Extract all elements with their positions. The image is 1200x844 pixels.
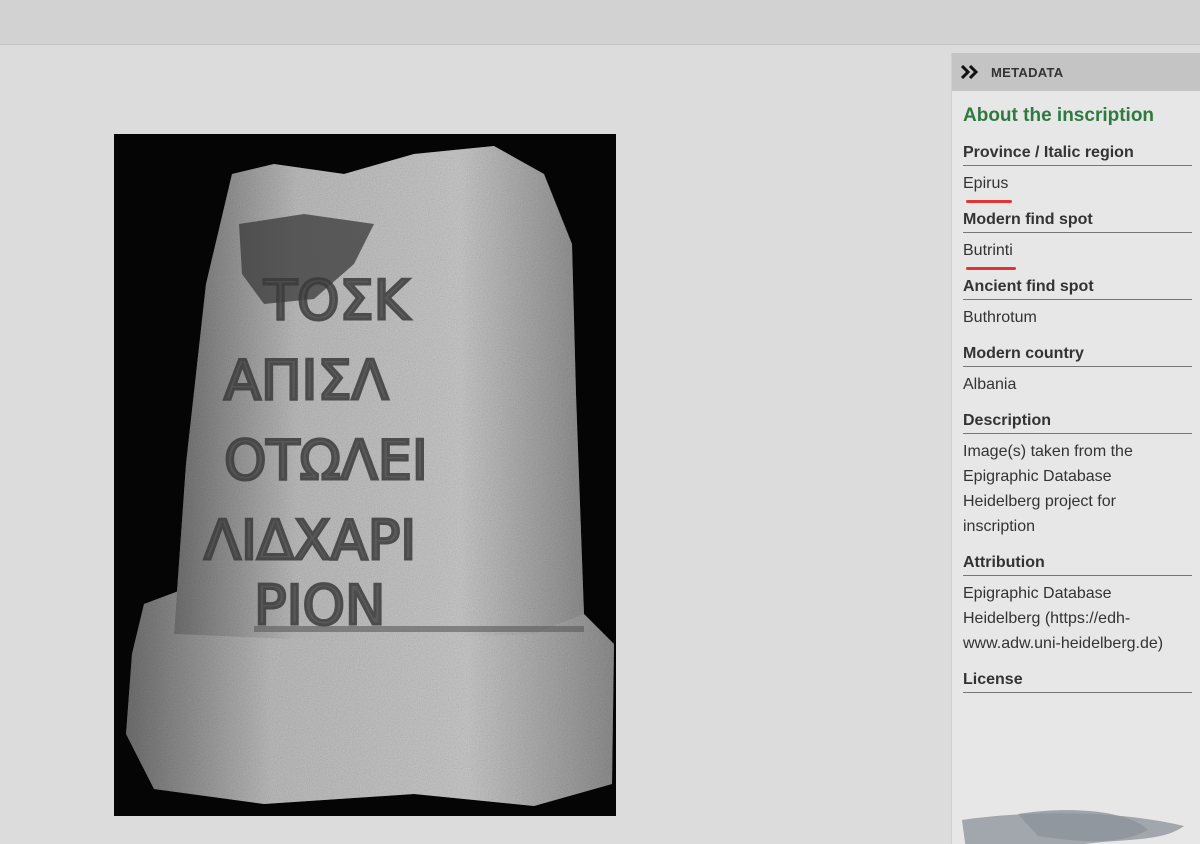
inscription-photo[interactable]: ΤΟΣΚ ΑΠΙΣΛ ΟΤΩΛΕΙ ΛΙΔΧΑΡΙ ΡΙΟΝ (114, 134, 616, 816)
metadata-header-label: METADATA (991, 64, 1064, 80)
field-province: Province / Italic region Epirus (963, 144, 1192, 203)
field-label: License (963, 671, 1192, 693)
field-value: Image(s) taken from the Epigraphic Datab… (963, 443, 1133, 535)
field-description: Description Image(s) taken from the Epig… (963, 412, 1192, 539)
field-modern-country: Modern country Albania (963, 345, 1192, 397)
field-label: Modern find spot (963, 211, 1192, 233)
image-viewer[interactable]: ΤΟΣΚ ΑΠΙΣΛ ΟΤΩΛΕΙ ΛΙΔΧΑΡΙ ΡΙΟΝ (0, 45, 950, 844)
stone-image: ΤΟΣΚ ΑΠΙΣΛ ΟΤΩΛΕΙ ΛΙΔΧΑΡΙ ΡΙΟΝ (114, 134, 616, 816)
inscription-line: ΑΠΙΣΛ (224, 349, 389, 412)
metadata-panel: METADATA About the inscription Province … (951, 53, 1200, 844)
field-value: Butrinti (963, 242, 1013, 259)
field-value: Albania (963, 376, 1017, 393)
field-value: Epigraphic Database Heidelberg (https://… (963, 585, 1164, 652)
field-label: Ancient find spot (963, 278, 1192, 300)
metadata-header[interactable]: METADATA (952, 53, 1200, 91)
field-label: Description (963, 412, 1192, 434)
inscription-line: ΟΤΩΛΕΙ (224, 429, 428, 492)
annotation-underline (966, 267, 1016, 270)
inscription-line: ΤΟΣΚ (263, 269, 411, 332)
field-value: Buthrotum (963, 309, 1037, 326)
field-label: Attribution (963, 554, 1192, 576)
redaction-scribble (962, 810, 1184, 844)
inscription-line: ΡΙΟΝ (254, 574, 385, 637)
field-modern-find-spot: Modern find spot Butrinti (963, 211, 1192, 270)
field-label: Modern country (963, 345, 1192, 367)
field-ancient-find-spot: Ancient find spot Buthrotum (963, 278, 1192, 330)
field-attribution: Attribution Epigraphic Database Heidelbe… (963, 554, 1192, 656)
section-title: About the inscription (963, 105, 1155, 126)
field-label: Province / Italic region (963, 144, 1192, 166)
annotation-underline (966, 200, 1012, 203)
top-toolbar (0, 0, 1200, 45)
field-value: Epirus (963, 175, 1009, 192)
inscription-line: ΛΙΔΧΑΡΙ (204, 509, 416, 572)
double-chevron-right-icon[interactable] (960, 63, 982, 81)
field-license: License (963, 671, 1192, 693)
